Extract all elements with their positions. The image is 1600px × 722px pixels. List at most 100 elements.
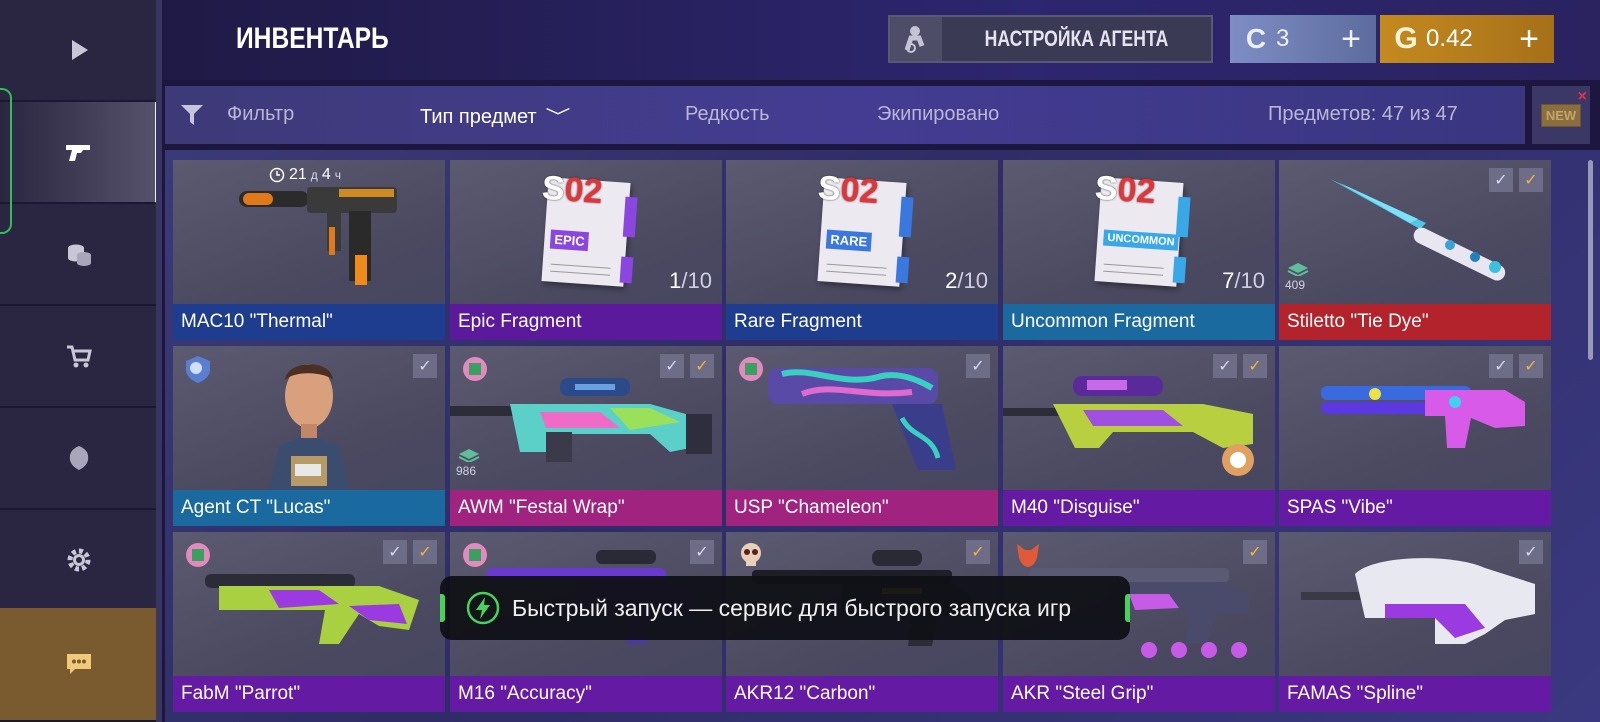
inventory-item[interactable]: S02 EPIC 1/10 Epic Fragment [450, 160, 722, 340]
season-prefix: S [816, 168, 842, 209]
inventory-item[interactable]: ✓ ✓ FabM "Parrot" [173, 532, 445, 712]
item-name: FabM "Parrot" [173, 676, 445, 712]
sidebar-item-chat[interactable] [0, 608, 158, 722]
item-name: M40 "Disguise" [1003, 490, 1275, 526]
season-prefix: S [540, 168, 566, 209]
inventory-item[interactable]: ✓ FAMAS "Spline" [1279, 532, 1551, 712]
check-icon: ✓ [660, 354, 684, 378]
inventory-item[interactable]: S02 UNCOMMON 7/10 Uncommon Fragment [1003, 160, 1275, 340]
fragment-count-current: 1 [669, 268, 682, 293]
skull-badge-icon [741, 543, 761, 566]
gold-currency-icon: G [1394, 22, 1418, 55]
item-name: SPAS "Vibe" [1279, 490, 1551, 526]
clock-icon [269, 167, 285, 183]
check-icon: ✓ [1519, 540, 1543, 564]
cart-icon [67, 345, 92, 368]
item-name: USP "Chameleon" [726, 490, 998, 526]
inventory-item[interactable]: ✓ USP "Chameleon" [726, 346, 998, 526]
check-icon: ✓ [1489, 354, 1513, 378]
item-status-checks: ✓ ✓ [1489, 168, 1543, 192]
lightning-icon [466, 591, 500, 625]
check-icon: ✓ [383, 540, 407, 564]
season-number: 02 [839, 170, 880, 211]
filter-icon[interactable] [179, 101, 205, 127]
sidebar-item-inventory[interactable] [0, 102, 158, 204]
equipped-filter[interactable]: Экипировано [877, 103, 999, 126]
sidebar-item-coins[interactable] [0, 204, 158, 306]
equipped-check-icon: ✓ [966, 540, 990, 564]
item-name: MAC10 "Thermal" [173, 304, 445, 340]
item-status-checks: ✓ [966, 354, 990, 378]
toast-message: Быстрый запуск — сервис для быстрого зап… [512, 594, 1072, 621]
check-icon: ✓ [690, 540, 714, 564]
agent-settings-button[interactable]: НАСТРОЙКА АГЕНТА [888, 15, 1213, 63]
sidebar-item-clan[interactable] [0, 408, 158, 510]
silver-currency: C 3 + [1230, 15, 1376, 63]
add-silver-button[interactable]: + [1326, 15, 1376, 63]
new-items-button[interactable]: NEW × [1532, 86, 1590, 144]
agent-portrait-image [173, 346, 445, 490]
quick-launch-toast[interactable]: Быстрый запуск — сервис для быстрого зап… [440, 576, 1130, 640]
item-status-checks: ✓ ✓ [383, 540, 437, 564]
close-icon[interactable]: × [1578, 88, 1587, 106]
check-icon: ✓ [413, 354, 437, 378]
season-number: 02 [563, 170, 604, 211]
timer-days-unit: д [310, 168, 318, 182]
sidebar-item-shop[interactable] [0, 306, 158, 408]
sidebar-edge-indicator [0, 88, 12, 234]
inventory-item[interactable]: ✓ Agent CT "Lucas" [173, 346, 445, 526]
silver-currency-value: 3 [1276, 25, 1290, 52]
gold-currency: G 0.42 + [1380, 15, 1554, 63]
famas-weapon-image [1279, 532, 1551, 676]
fragment-tier: RARE [825, 229, 872, 252]
inventory-item[interactable]: ✓ ✓ 986 AWM "Festal Wrap" [450, 346, 722, 526]
top-header: ИНВЕНТАРЬ НАСТРОЙКА АГЕНТА C 3 + G 0.42 … [162, 0, 1600, 80]
add-gold-button[interactable]: + [1504, 15, 1554, 63]
inventory-item[interactable]: ✓ ✓ 409 Stiletto "Tie Dye" [1279, 160, 1551, 340]
fragment-count-max: 10 [1240, 268, 1265, 293]
toast-accent-right [1125, 594, 1130, 622]
fragment-count-max: 10 [963, 268, 988, 293]
item-name: Rare Fragment [726, 304, 998, 340]
type-filter-dropdown[interactable]: Тип предмет ﹀ [420, 103, 570, 129]
gear-icon [67, 548, 91, 572]
sidebar-item-settings[interactable] [0, 510, 158, 612]
inventory-item[interactable]: S02 RARE 2/10 Rare Fragment [726, 160, 998, 340]
item-name: Agent CT "Lucas" [173, 490, 445, 526]
coins-icon [68, 244, 91, 266]
collection-badge-icon [463, 357, 487, 381]
check-icon: ✓ [1213, 354, 1237, 378]
inventory-item[interactable]: ✓ ✓ SPAS "Vibe" [1279, 346, 1551, 526]
item-status-checks: ✓ [413, 354, 437, 378]
filter-button[interactable]: Фильтр [227, 103, 294, 126]
equipped-check-icon: ✓ [413, 540, 437, 564]
ct-faction-icon [186, 356, 210, 383]
agent-settings-icon [890, 17, 942, 61]
sidebar-item-play[interactable] [0, 0, 158, 102]
fragment-count-current: 7 [1222, 268, 1235, 293]
fragment-tier: UNCOMMON [1102, 229, 1180, 251]
equipped-check-icon: ✓ [690, 354, 714, 378]
inventory-item[interactable]: ✓ ✓ M40 "Disguise" [1003, 346, 1275, 526]
sidebar [0, 0, 158, 722]
item-status-checks: ✓ [1243, 540, 1267, 564]
inventory-item[interactable]: 21 д 4ч MAC10 "Thermal" [173, 160, 445, 340]
chat-icon [67, 654, 91, 674]
item-name: AWM "Festal Wrap" [450, 490, 722, 526]
scrollbar[interactable] [1588, 160, 1593, 360]
item-name: Epic Fragment [450, 304, 722, 340]
timer-hours-unit: ч [334, 168, 341, 182]
fragment-count: 7/10 [1222, 268, 1265, 293]
silver-currency-icon: C [1245, 23, 1267, 54]
fragment-count: 1/10 [669, 268, 712, 293]
item-name: Uncommon Fragment [1003, 304, 1275, 340]
stack-count: 986 [456, 464, 477, 478]
rarity-filter[interactable]: Редкость [685, 103, 770, 126]
timer-days: 21 [289, 166, 307, 183]
page-title: ИНВЕНТАРЬ [236, 22, 389, 55]
item-name: FAMAS "Spline" [1279, 676, 1551, 712]
item-count: Предметов: 47 из 47 [1268, 103, 1458, 125]
item-name: Stiletto "Tie Dye" [1279, 304, 1551, 340]
usp-weapon-image [726, 346, 998, 490]
equipped-check-icon: ✓ [1519, 354, 1543, 378]
